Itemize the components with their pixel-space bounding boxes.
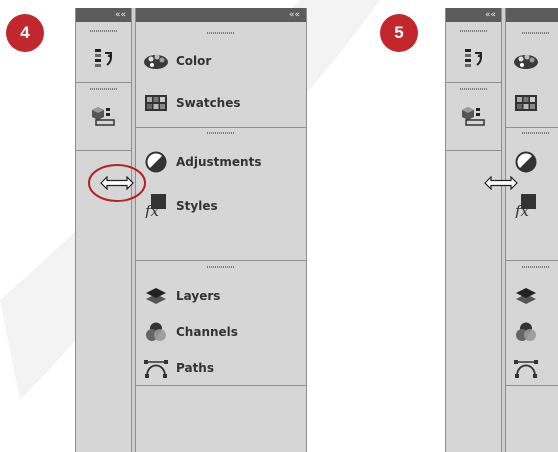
step-5-badge: 5 <box>380 14 418 52</box>
panel-item-label: Layers <box>176 289 221 303</box>
collapse-dock-button[interactable]: «« <box>289 8 300 22</box>
panel-item-layers[interactable]: Layers <box>136 278 306 314</box>
panel-icon-swatches[interactable] <box>506 85 558 121</box>
dock-header: «« <box>446 8 502 22</box>
panel-separator <box>136 260 306 261</box>
dock-grip[interactable] <box>460 30 488 32</box>
layers-icon <box>136 286 176 306</box>
panel-item-styles[interactable]: fx Styles <box>136 188 306 224</box>
dock-grip[interactable] <box>207 132 235 134</box>
dock-header <box>506 8 558 22</box>
dock-grip[interactable] <box>522 132 550 134</box>
panel-icon-adjustments[interactable] <box>506 144 558 180</box>
paths-icon <box>136 358 176 378</box>
panel-separator <box>136 385 306 386</box>
panel-separator <box>506 260 558 261</box>
resize-cursor-icon <box>100 176 134 190</box>
panel-item-paths[interactable]: Paths <box>136 350 306 386</box>
swatches-icon <box>506 95 546 111</box>
dock-grip[interactable] <box>207 32 235 34</box>
dock-header: «« <box>136 8 306 22</box>
3d-panel-icon[interactable] <box>446 96 502 136</box>
history-panel-icon[interactable] <box>446 38 502 78</box>
panel-icon-dock: fx <box>505 8 558 452</box>
panel-item-label: Color <box>176 54 212 68</box>
panel-separator <box>506 127 558 128</box>
step-number: 5 <box>394 23 404 42</box>
panel-item-label: Styles <box>176 199 218 213</box>
panel-list-dock: «« Color Swatches Adjustments fx Styles … <box>135 8 307 452</box>
dock-grip[interactable] <box>522 266 550 268</box>
panel-icon-channels[interactable] <box>506 314 558 350</box>
icon-strip-dock: «« <box>445 8 503 452</box>
panel-separator <box>76 82 132 83</box>
collapse-dock-button[interactable]: «« <box>115 8 126 22</box>
collapse-dock-button[interactable]: «« <box>485 8 496 22</box>
panel-icon-paths[interactable] <box>506 350 558 386</box>
color-palette-icon <box>506 52 546 70</box>
history-panel-icon[interactable] <box>76 38 132 78</box>
3d-tools-icon <box>92 107 115 126</box>
panel-item-label: Channels <box>176 325 238 339</box>
dock-grip[interactable] <box>460 88 488 90</box>
dock-grip[interactable] <box>90 88 118 90</box>
panel-icon-styles[interactable]: fx <box>506 188 558 224</box>
svg-text:fx: fx <box>515 202 530 218</box>
3d-tools-icon <box>462 107 485 126</box>
swatches-icon <box>136 95 176 111</box>
panel-separator <box>506 385 558 386</box>
icon-strip-dock: «« <box>75 8 133 452</box>
styles-icon: fx <box>506 194 546 218</box>
3d-panel-icon[interactable] <box>76 96 132 136</box>
panel-icon-layers[interactable] <box>506 278 558 314</box>
resize-cursor-icon <box>484 176 518 190</box>
panel-separator <box>446 150 502 151</box>
panel-item-label: Adjustments <box>176 155 262 169</box>
layers-icon <box>506 286 546 306</box>
panel-item-adjustments[interactable]: Adjustments <box>136 144 306 180</box>
channels-icon <box>136 322 176 342</box>
panel-item-channels[interactable]: Channels <box>136 314 306 350</box>
panel-item-color[interactable]: Color <box>136 43 306 79</box>
panel-item-label: Paths <box>176 361 214 375</box>
history-icon <box>465 49 482 67</box>
panel-item-swatches[interactable]: Swatches <box>136 85 306 121</box>
color-palette-icon <box>136 52 176 70</box>
dock-grip[interactable] <box>207 266 235 268</box>
adjustments-icon <box>506 151 546 173</box>
paths-icon <box>506 358 546 378</box>
step-number: 4 <box>20 23 30 42</box>
dock-grip[interactable] <box>522 32 550 34</box>
step-4-badge: 4 <box>6 14 44 52</box>
panel-separator <box>76 150 132 151</box>
dock-header: «« <box>76 8 132 22</box>
dock-grip[interactable] <box>90 30 118 32</box>
panel-separator <box>136 127 306 128</box>
history-icon <box>95 49 112 67</box>
channels-icon <box>506 322 546 342</box>
panel-item-label: Swatches <box>176 96 241 110</box>
panel-icon-color[interactable] <box>506 43 558 79</box>
panel-separator <box>446 82 502 83</box>
